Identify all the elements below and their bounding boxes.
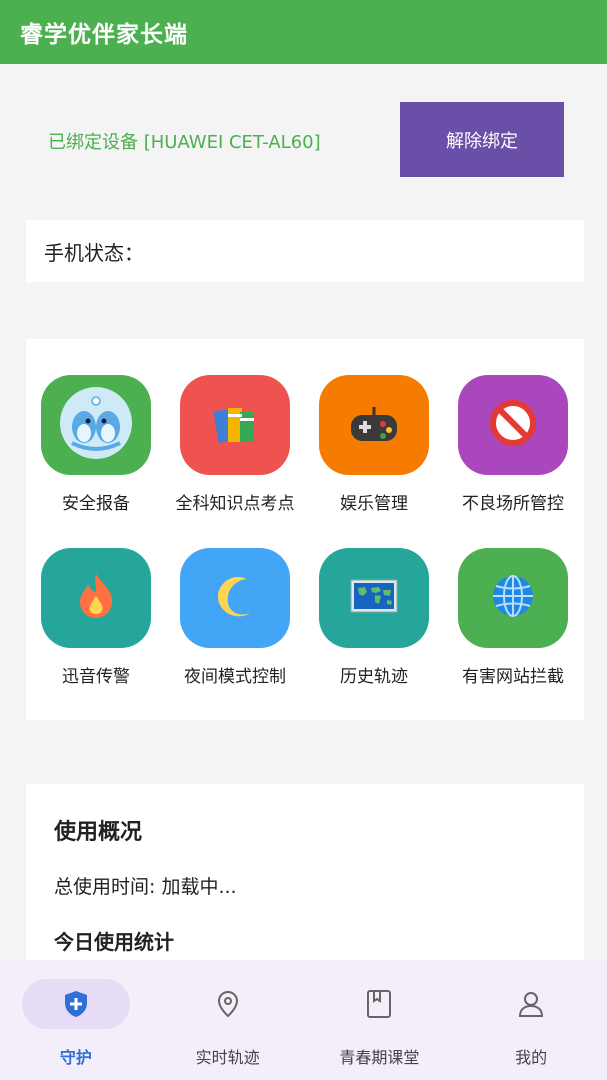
shield-plus-icon — [61, 988, 91, 1020]
feature-tile — [458, 548, 568, 648]
location-pin-icon — [213, 988, 243, 1020]
feature-label: 全科知识点考点 — [175, 494, 295, 514]
app-title: 睿学优伴家长端 — [20, 22, 188, 48]
feature-label: 有害网站拦截 — [462, 667, 564, 687]
feature-history-track[interactable]: 历史轨迹 — [304, 548, 444, 698]
phone-status-card: 手机状态： — [26, 220, 584, 282]
feature-tile — [458, 375, 568, 475]
feature-tile — [319, 548, 429, 648]
app-header: 睿学优伴家长端 — [0, 0, 607, 64]
person-icon — [516, 988, 546, 1020]
feature-label: 夜间模式控制 — [184, 667, 286, 687]
feature-tile — [180, 375, 290, 475]
nav-label: 实时轨迹 — [195, 1048, 260, 1067]
moon-icon — [212, 573, 258, 623]
feature-tile — [319, 375, 429, 475]
globe-icon — [490, 573, 536, 623]
gamepad-icon — [347, 401, 401, 449]
bound-device-text: 已绑定设备 [HUAWEI CET-AL60] — [48, 132, 321, 153]
feature-label: 不良场所管控 — [462, 494, 564, 514]
unbind-button[interactable]: 解除绑定 — [400, 102, 564, 177]
feature-night-mode[interactable]: 夜间模式控制 — [165, 548, 305, 698]
app-root: 睿学优伴家长端 已绑定设备 [HUAWEI CET-AL60] 解除绑定 手机状… — [0, 0, 607, 1080]
usage-title: 使用概况 — [54, 820, 143, 845]
bound-device-row: 已绑定设备 [HUAWEI CET-AL60] 解除绑定 — [0, 64, 607, 214]
nav-tab-guard[interactable]: 守护 — [0, 960, 152, 1080]
nav-tab-puberty-class[interactable]: 青春期课堂 — [304, 960, 456, 1080]
phone-status-label: 手机状态： — [44, 240, 144, 265]
feature-tile — [41, 375, 151, 475]
feature-alert-broadcast[interactable]: 迅音传警 — [26, 548, 166, 698]
feature-label: 娱乐管理 — [340, 494, 408, 514]
feature-label: 历史轨迹 — [340, 667, 408, 687]
feature-tile — [180, 548, 290, 648]
feature-harmful-site-blocking[interactable]: 有害网站拦截 — [443, 548, 583, 698]
feature-tile — [41, 548, 151, 648]
prohibited-icon — [489, 399, 537, 451]
usage-total-time: 总使用时间: 加载中... — [54, 876, 237, 898]
dolphins-icon — [58, 385, 134, 465]
feature-entertainment[interactable]: 娱乐管理 — [304, 375, 444, 525]
feature-safety-report[interactable]: 安全报备 — [26, 375, 166, 525]
feature-label: 迅音传警 — [62, 667, 130, 687]
usage-overview-card: 使用概况 总使用时间: 加载中... 今日使用统计 — [26, 784, 584, 984]
usage-today-title: 今日使用统计 — [54, 930, 174, 954]
bottom-nav: 守护 实时轨迹 青春期课堂 我的 — [0, 960, 607, 1080]
fire-icon — [74, 572, 118, 624]
feature-knowledge-points[interactable]: 全科知识点考点 — [165, 375, 305, 525]
nav-label: 青春期课堂 — [339, 1048, 420, 1067]
feature-bad-places-control[interactable]: 不良场所管控 — [443, 375, 583, 525]
nav-tab-realtime-track[interactable]: 实时轨迹 — [152, 960, 304, 1080]
feature-label: 安全报备 — [62, 494, 130, 514]
world-map-icon — [349, 578, 399, 618]
feature-grid: 安全报备 全科知识点考点 娱乐管理 不良场所管控 迅音传警 夜间模式控制 历史轨… — [26, 339, 584, 720]
nav-tab-mine[interactable]: 我的 — [455, 960, 607, 1080]
book-icon — [364, 988, 394, 1020]
nav-label: 守护 — [59, 1048, 92, 1067]
nav-label: 我的 — [515, 1048, 548, 1067]
books-icon — [210, 398, 260, 452]
